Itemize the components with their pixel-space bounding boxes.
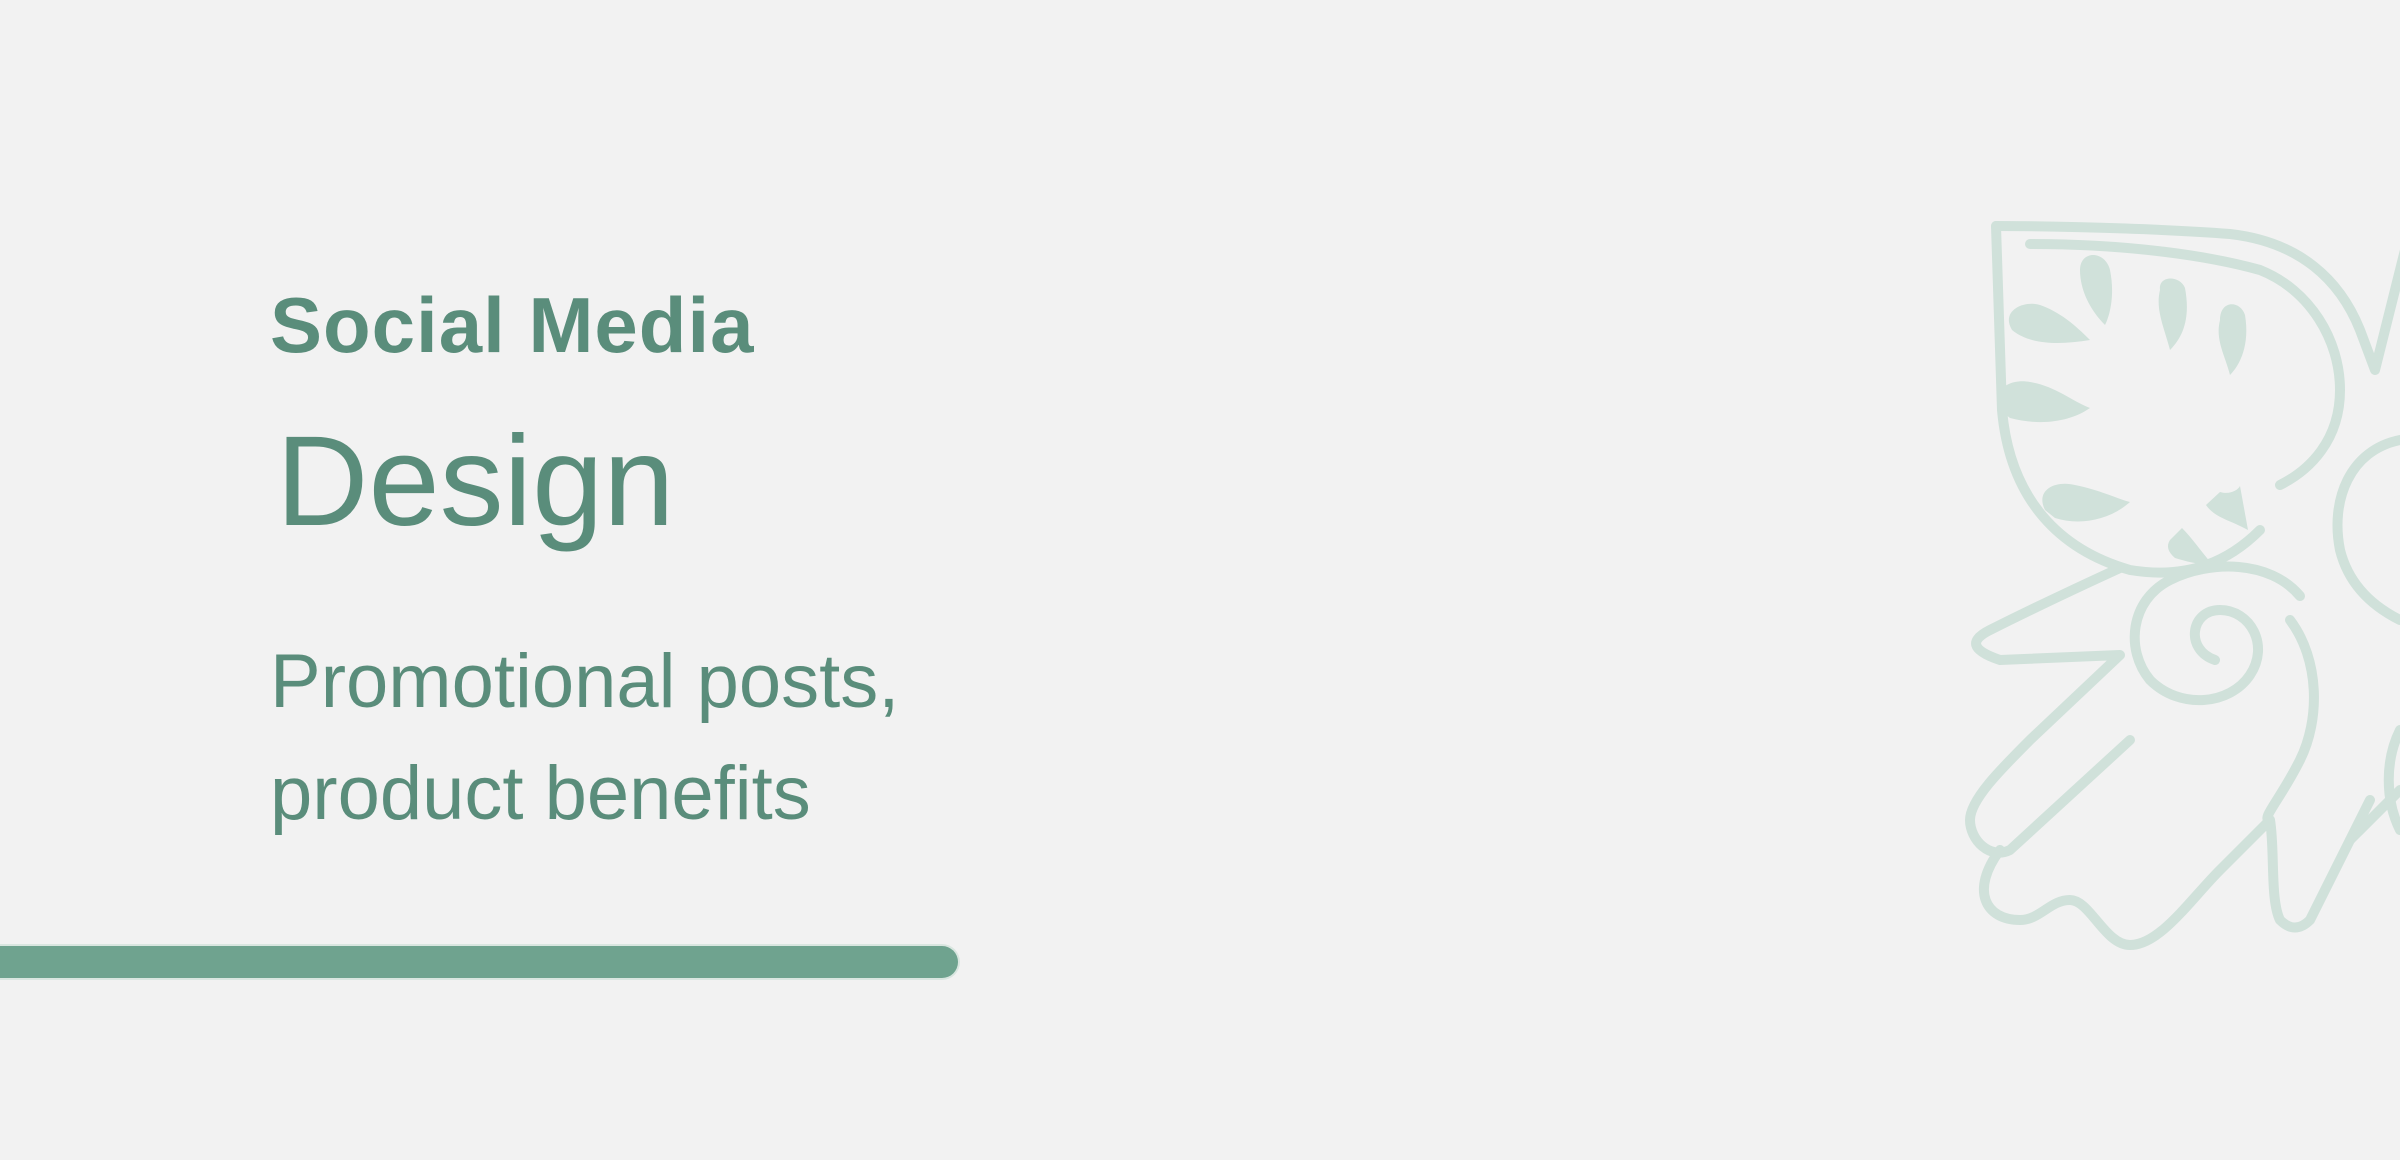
decorative-hamsa-hand-icon [1965,221,2400,950]
banner-title-secondary: Design [276,410,675,553]
banner: Social Media Design Promotional posts, p… [0,0,2400,1160]
banner-subtitle-line-2: product benefits [270,751,811,836]
banner-title: Social Media [270,281,755,369]
accent-bar [0,946,958,978]
banner-subtitle-line-1: Promotional posts, [270,639,900,724]
banner-subtitle: Promotional posts, product benefits [270,626,1170,850]
